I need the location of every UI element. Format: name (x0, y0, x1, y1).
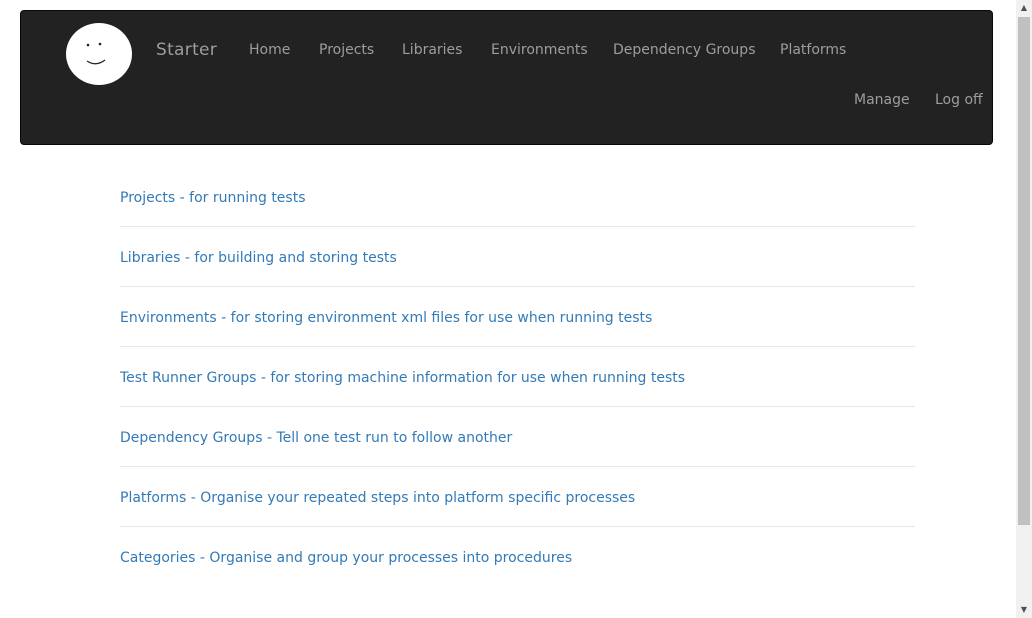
list-item: Libraries - for building and storing tes… (120, 227, 915, 287)
dependency-groups-link[interactable]: Dependency Groups - Tell one test run to… (120, 430, 512, 446)
scrollbar-thumb[interactable] (1018, 17, 1030, 525)
vertical-scrollbar[interactable]: ▲ ▼ (1016, 0, 1032, 618)
libraries-link[interactable]: Libraries - for building and storing tes… (120, 250, 397, 266)
nav-platforms[interactable]: Platforms (780, 40, 846, 60)
categories-link[interactable]: Categories - Organise and group your pro… (120, 550, 572, 566)
nav-home[interactable]: Home (249, 40, 290, 60)
list-item: Test Runner Groups - for storing machine… (120, 347, 915, 407)
smiley-logo-icon[interactable] (66, 23, 132, 85)
environments-link[interactable]: Environments - for storing environment x… (120, 310, 652, 326)
nav-dependency-groups[interactable]: Dependency Groups (613, 40, 756, 60)
nav-log-off[interactable]: Log off (935, 90, 983, 110)
list-item: Environments - for storing environment x… (120, 287, 915, 347)
brand-name[interactable]: Starter (156, 39, 217, 61)
scroll-down-arrow-icon[interactable]: ▼ (1016, 602, 1032, 618)
list-item: Categories - Organise and group your pro… (120, 527, 915, 587)
list-item: Dependency Groups - Tell one test run to… (120, 407, 915, 467)
list-item: Platforms - Organise your repeated steps… (120, 467, 915, 527)
nav-libraries[interactable]: Libraries (402, 40, 462, 60)
nav-projects[interactable]: Projects (319, 40, 374, 60)
nav-manage[interactable]: Manage (854, 90, 910, 110)
scroll-up-arrow-icon[interactable]: ▲ (1016, 0, 1032, 16)
list-item: Projects - for running tests (120, 167, 915, 227)
projects-link[interactable]: Projects - for running tests (120, 190, 306, 206)
top-navbar: Starter Home Projects Libraries Environm… (20, 10, 993, 145)
nav-environments[interactable]: Environments (491, 40, 588, 60)
test-runner-groups-link[interactable]: Test Runner Groups - for storing machine… (120, 370, 685, 386)
platforms-link[interactable]: Platforms - Organise your repeated steps… (120, 490, 635, 506)
link-list: Projects - for running tests Libraries -… (120, 167, 915, 587)
page: Starter Home Projects Libraries Environm… (0, 0, 1032, 618)
